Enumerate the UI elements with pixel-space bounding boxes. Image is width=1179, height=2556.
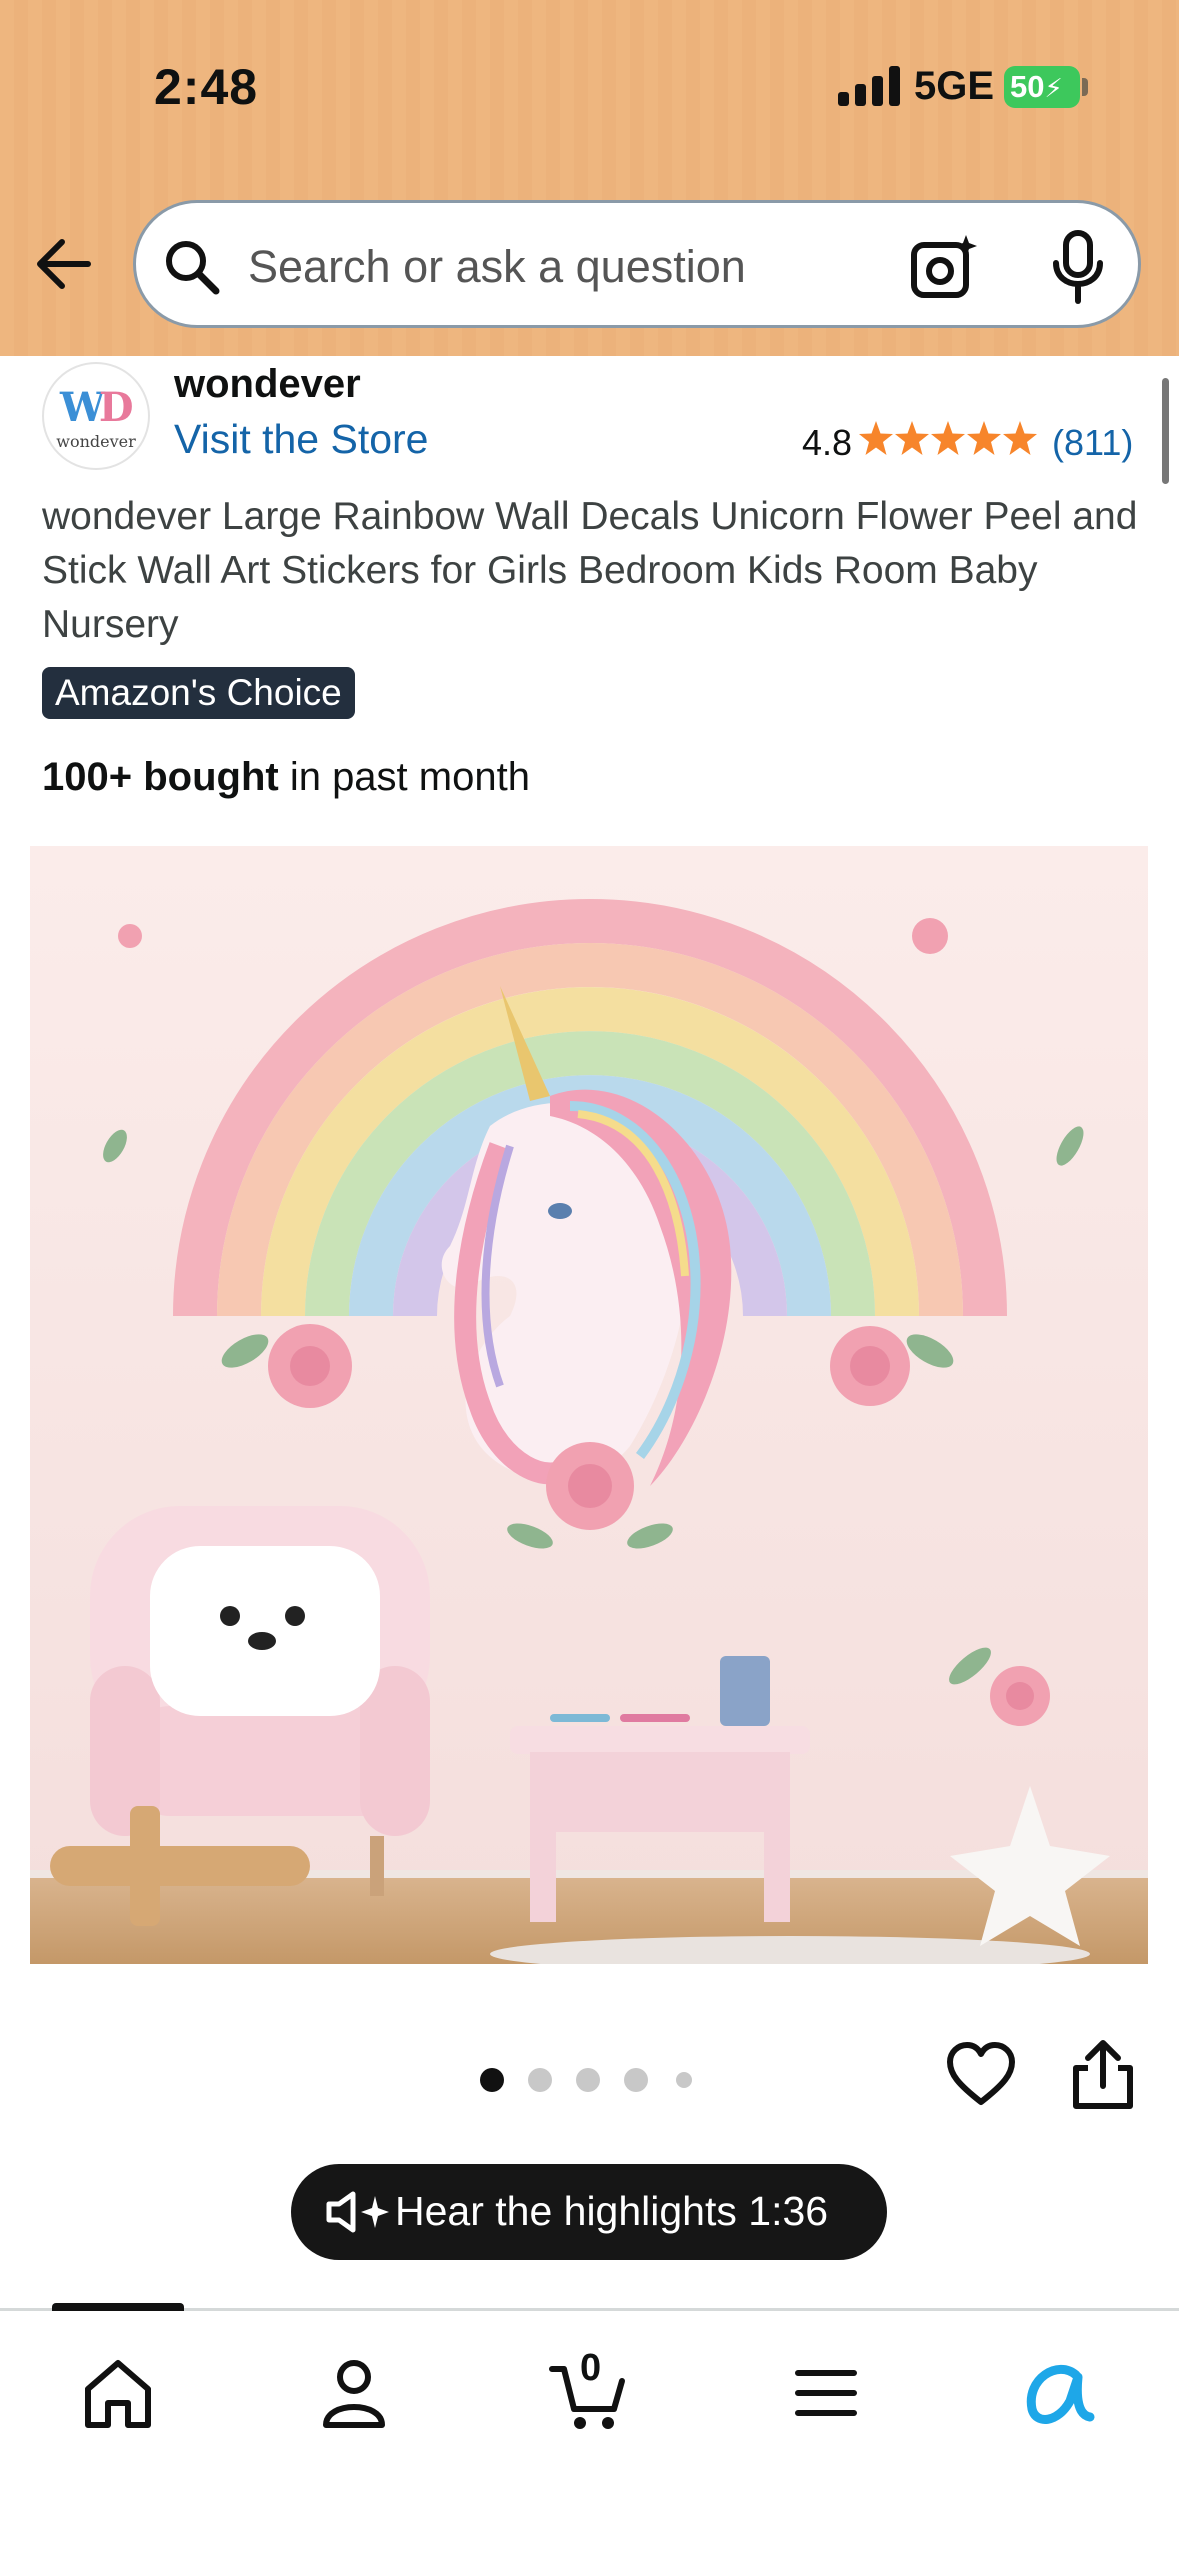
menu-icon[interactable] — [786, 2353, 866, 2433]
visit-store-link[interactable]: Visit the Store — [174, 416, 429, 463]
bought-in-past-month: 100+ bought in past month — [42, 755, 530, 799]
signal-icon — [838, 66, 900, 106]
amazons-choice-badge[interactable]: Amazon's Choice — [42, 667, 355, 719]
active-tab-indicator — [52, 2303, 184, 2311]
charging-icon: ⚡ — [1044, 73, 1063, 103]
store-logo-wordmark: wondever — [56, 432, 136, 451]
review-count[interactable]: (811) — [1052, 422, 1133, 464]
image-carousel-dots[interactable] — [480, 2068, 700, 2092]
scrollbar — [1162, 378, 1169, 484]
product-title: wondever Large Rainbow Wall Decals Unico… — [42, 495, 1138, 646]
carousel-dot[interactable] — [624, 2068, 648, 2092]
status-time: 2:48 — [154, 59, 259, 115]
carousel-dot[interactable] — [576, 2068, 600, 2092]
product-illustration — [30, 846, 1148, 1964]
share-icon[interactable] — [1068, 2038, 1138, 2112]
carousel-dot[interactable] — [480, 2068, 504, 2092]
search-icon — [166, 241, 220, 295]
camera-search-icon[interactable] — [908, 231, 980, 303]
hear-highlights-label: Hear the highlights 1:36 — [395, 2188, 829, 2234]
product-image[interactable] — [30, 846, 1148, 1964]
bottom-navigation: 0 — [0, 2303, 1179, 2556]
rating-value[interactable]: 4.8 — [802, 422, 852, 464]
store-name: wondever — [174, 362, 361, 406]
account-icon[interactable] — [314, 2353, 394, 2433]
search-input[interactable]: Search or ask a question — [248, 241, 746, 293]
heart-icon[interactable] — [946, 2040, 1016, 2110]
carousel-dot[interactable] — [676, 2072, 692, 2088]
hear-highlights-button[interactable]: Hear the highlights 1:36 — [291, 2164, 887, 2260]
microphone-icon[interactable] — [1048, 229, 1108, 305]
speaker-sparkle-icon — [326, 2191, 389, 2233]
top-header: 2:48 5GE 50⚡ Search or ask a question — [0, 0, 1179, 356]
network-type: 5GE — [914, 64, 995, 108]
home-icon[interactable] — [78, 2353, 158, 2433]
store-logo-mark: WD — [60, 384, 134, 431]
store-logo[interactable]: WD wondever — [42, 362, 150, 470]
cart-icon[interactable] — [548, 2353, 628, 2433]
search-bar[interactable]: Search or ask a question — [133, 200, 1141, 328]
carousel-dot[interactable] — [528, 2068, 552, 2092]
rating-stars-icon[interactable] — [858, 418, 1038, 462]
battery-indicator: 50⚡ — [1004, 66, 1080, 108]
back-arrow-icon[interactable] — [30, 228, 102, 300]
rufus-icon[interactable] — [1018, 2353, 1098, 2433]
battery-nub — [1082, 78, 1088, 96]
